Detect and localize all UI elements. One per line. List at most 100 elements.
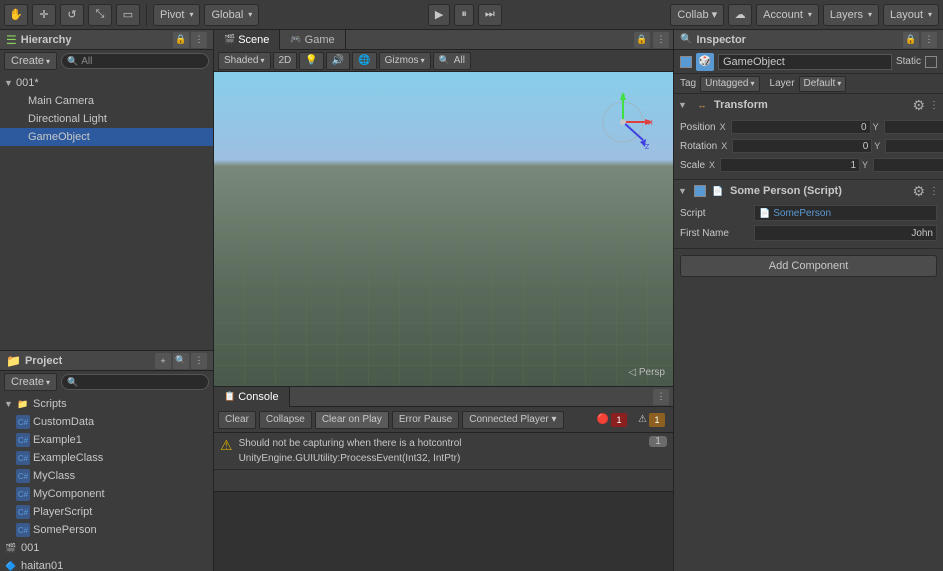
project-menu-btn[interactable]: ⋮ [191, 353, 207, 369]
layout-btn[interactable]: Layout ▾ [883, 4, 939, 26]
cloud-icon: ☁ [735, 8, 746, 21]
scene-viewport[interactable]: Y X Z ◁ Persp [214, 72, 673, 386]
project-item-exampleclass[interactable]: C# ExampleClass [0, 449, 213, 467]
inspector-lock-btn[interactable]: 🔒 [903, 32, 919, 48]
project-create-btn[interactable]: Create ▾ [4, 373, 57, 391]
lights-btn[interactable]: 💡 [299, 52, 323, 70]
error-icon: 🔴 [597, 414, 609, 425]
project-folder-scripts[interactable]: ▼ 📁 Scripts [0, 395, 213, 413]
hierarchy-root-item[interactable]: ▼ 001* [0, 74, 213, 92]
console-clear-btn[interactable]: Clear [218, 411, 256, 429]
collab-btn[interactable]: Collab ▾ [670, 4, 724, 26]
project-item-001-scene[interactable]: 🎬 001 [0, 539, 213, 557]
scene-lock-btn[interactable]: 🔒 [634, 32, 650, 48]
project-item-customdata[interactable]: C# CustomData [0, 413, 213, 431]
hierarchy-item-directional-light[interactable]: Directional Light [0, 110, 213, 128]
gameobject-enabled-checkbox[interactable] [680, 56, 692, 68]
account-btn[interactable]: Account ▾ [756, 4, 819, 26]
hierarchy-item-main-camera[interactable]: Main Camera [0, 92, 213, 110]
position-x-input[interactable] [731, 120, 871, 134]
project-item-haitan01[interactable]: 🔷 haitan01 [0, 557, 213, 571]
rot-y-label: Y [874, 141, 884, 151]
hierarchy-lock-btn[interactable]: 🔒 [173, 32, 189, 48]
hierarchy-item-gameobject[interactable]: GameObject [0, 128, 213, 146]
shading-arrow: ▾ [260, 56, 264, 65]
project-item-example1[interactable]: C# Example1 [0, 431, 213, 449]
rotation-x-input[interactable] [732, 139, 872, 153]
hierarchy-menu-btn[interactable]: ⋮ [191, 32, 207, 48]
sep1 [146, 4, 147, 26]
static-checkbox[interactable] [925, 56, 937, 68]
rotate-tool-btn[interactable]: ↺ [60, 4, 84, 26]
search-icon: 🔍 [67, 56, 78, 67]
step-btn[interactable]: ⏭ [478, 4, 502, 26]
scene-001-label: 001 [21, 542, 39, 554]
some-person-settings-icon[interactable]: ⚙ [912, 183, 925, 200]
play-btn[interactable]: ▶ [428, 4, 450, 26]
audio-btn[interactable]: 🔊 [326, 52, 350, 70]
console-menu-btn[interactable]: ⋮ [653, 389, 669, 405]
pivot-btn[interactable]: Pivot ▾ [153, 4, 200, 26]
project-items: ▼ 📁 Scripts C# CustomData C# Example1 C#… [0, 393, 213, 571]
gizmos-btn[interactable]: Gizmos ▾ [379, 52, 431, 70]
tab-scene[interactable]: 🎬 Scene [214, 30, 280, 50]
cloud-btn[interactable]: ☁ [728, 4, 752, 26]
transform-component-header[interactable]: ▼ ↔ Transform ⚙ ⋮ [674, 94, 943, 116]
add-component-btn[interactable]: Add Component [680, 255, 937, 277]
example1-label: Example1 [33, 434, 82, 446]
skybox-btn[interactable]: 🌐 [352, 52, 376, 70]
scale-tool-btn[interactable]: ⤡ [88, 4, 112, 26]
hand-tool-btn[interactable]: ✋ [4, 4, 28, 26]
gameobject-name-field[interactable] [718, 54, 892, 70]
console-collapse-btn[interactable]: Collapse [259, 411, 312, 429]
tab-console[interactable]: 📋 Console [214, 387, 290, 407]
hierarchy-create-label: Create [11, 55, 44, 67]
project-item-someperson[interactable]: C# SomePerson [0, 521, 213, 539]
tag-select[interactable]: Untagged ▾ [700, 76, 759, 92]
some-person-expand-icon: ▼ [678, 186, 690, 196]
project-item-mycomponent[interactable]: C# MyComponent [0, 485, 213, 503]
script-row: Script 📄 SomePerson [680, 204, 937, 222]
rect-tool-btn[interactable]: ▭ [116, 4, 140, 26]
scale-x-input[interactable] [720, 158, 860, 172]
scene-menu-btn[interactable]: ⋮ [653, 32, 669, 48]
scale-y-input[interactable] [873, 158, 943, 172]
project-icon: 📁 [6, 354, 21, 368]
console-error-pause-btn[interactable]: Error Pause [392, 411, 459, 429]
firstname-input[interactable] [754, 225, 937, 241]
global-arrow: ▾ [248, 10, 252, 19]
some-person-menu-icon[interactable]: ⋮ [929, 186, 939, 197]
scale-xyz: X Y Z [709, 158, 943, 172]
pivot-arrow: ▾ [189, 10, 193, 19]
console-clear-on-play-btn[interactable]: Clear on Play [315, 411, 389, 429]
some-person-enabled[interactable] [694, 185, 706, 197]
rotation-y-input[interactable] [885, 139, 943, 153]
tab-game[interactable]: 🎮 Game [280, 30, 345, 50]
some-person-component-header[interactable]: ▼ 📄 Some Person (Script) ⚙ ⋮ [674, 180, 943, 202]
2d-btn[interactable]: 2D [273, 52, 298, 70]
project-search-btn[interactable]: 🔍 [173, 353, 189, 369]
project-item-myclass[interactable]: C# MyClass [0, 467, 213, 485]
root-item-label: 001* [16, 77, 39, 89]
project-item-playerscript[interactable]: C# PlayerScript [0, 503, 213, 521]
console-error-badge-container: 🔴 1 [593, 413, 631, 427]
layer-select[interactable]: Default ▾ [799, 76, 847, 92]
pause-btn[interactable]: ⏸ [454, 4, 474, 26]
project-add-btn[interactable]: + [155, 353, 171, 369]
global-btn[interactable]: Global ▾ [204, 4, 259, 26]
main-camera-label: Main Camera [28, 95, 94, 107]
svg-text:X: X [648, 120, 653, 127]
scripts-expand-arrow: ▼ [4, 399, 16, 409]
console-message-0[interactable]: ⚠ Should not be capturing when there is … [214, 433, 673, 470]
inspector-menu-btn[interactable]: ⋮ [921, 32, 937, 48]
shading-btn[interactable]: Shaded ▾ [218, 52, 271, 70]
move-tool-btn[interactable]: ✛ [32, 4, 56, 26]
scene-search-btn[interactable]: 🔍 All [433, 52, 471, 70]
position-y-input[interactable] [884, 120, 943, 134]
hierarchy-create-btn[interactable]: Create ▾ [4, 52, 57, 70]
console-connected-btn[interactable]: Connected Player ▾ [462, 411, 563, 429]
shading-label: Shaded [224, 55, 258, 66]
transform-settings-icon[interactable]: ⚙ [912, 97, 925, 114]
transform-menu-icon[interactable]: ⋮ [929, 100, 939, 111]
layers-btn[interactable]: Layers ▾ [823, 4, 879, 26]
